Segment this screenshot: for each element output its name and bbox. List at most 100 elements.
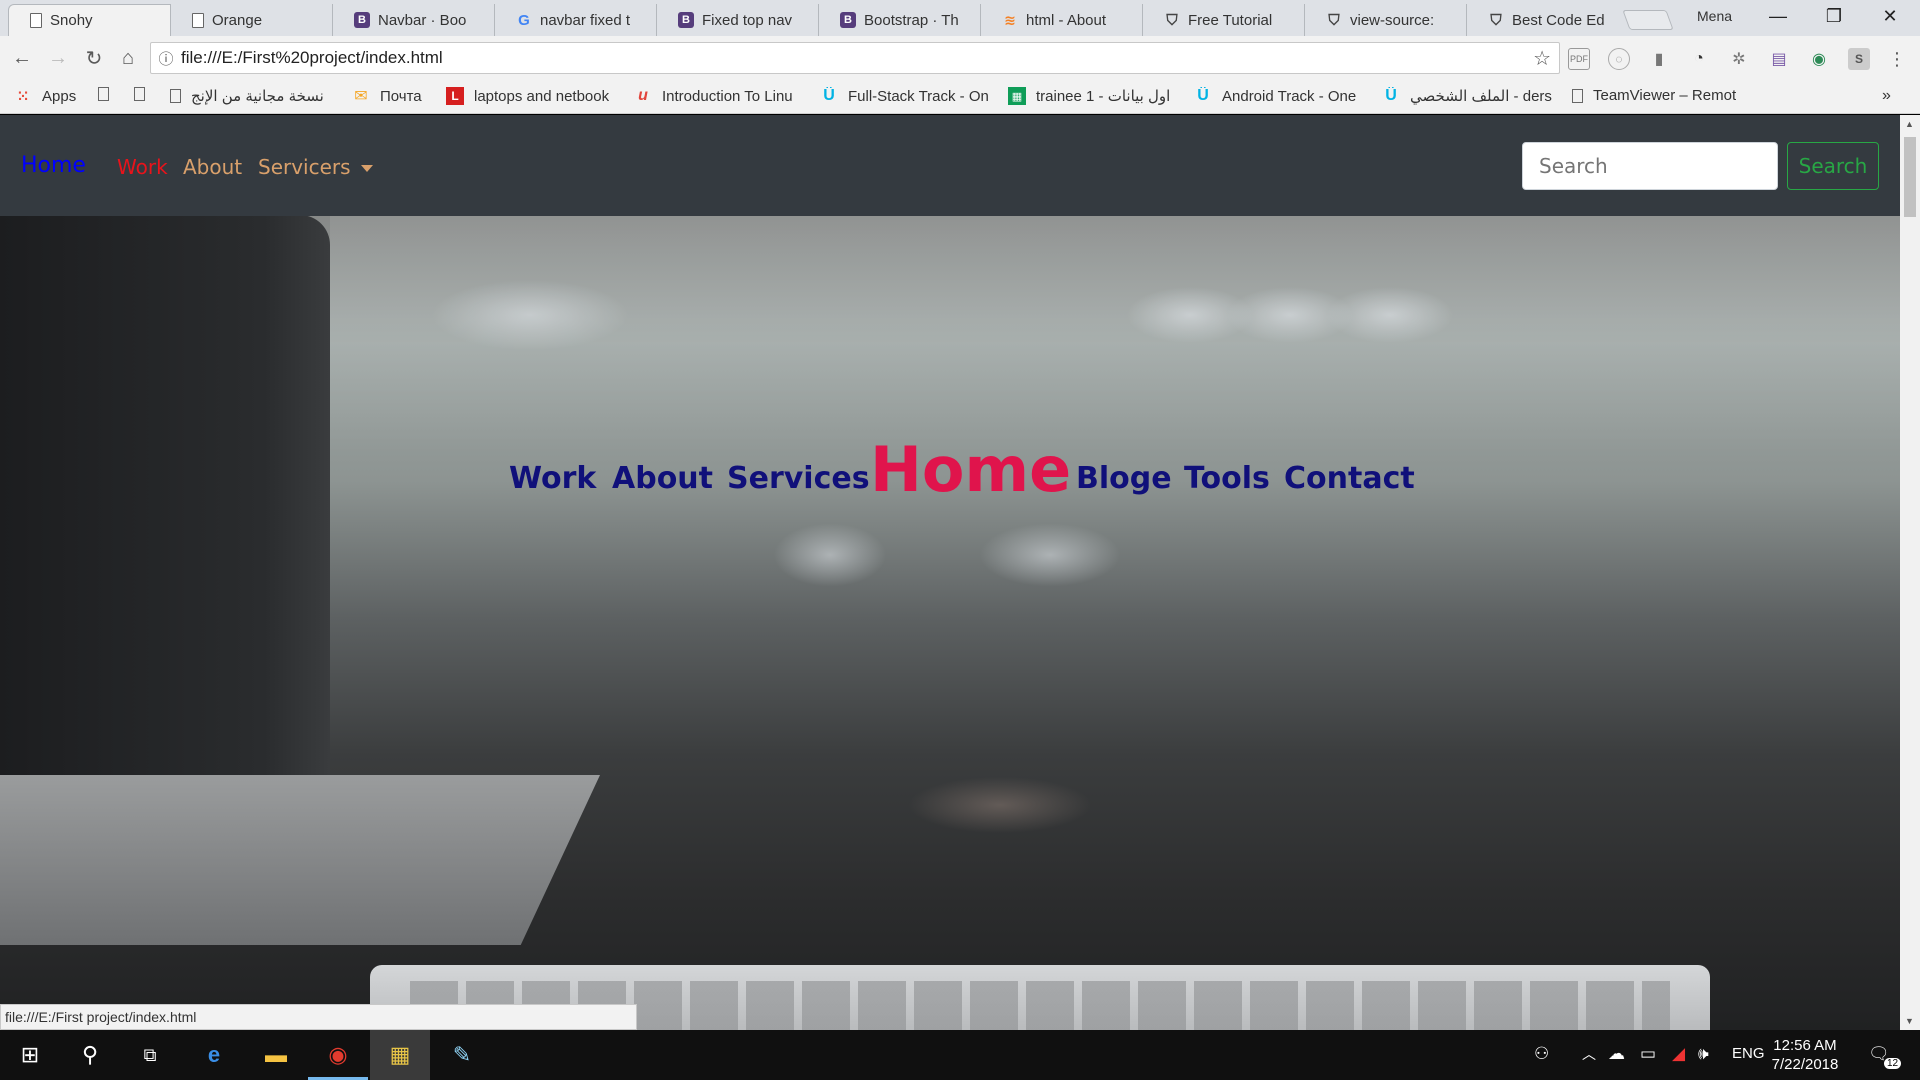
bookmark-laptops[interactable]: L laptops and netbook xyxy=(446,87,616,105)
page-icon xyxy=(192,12,204,28)
tab-title: Bootstrap · Th xyxy=(864,11,959,29)
page-icon xyxy=(134,87,145,101)
search-button[interactable]: Search xyxy=(1787,142,1879,190)
page-icon xyxy=(170,89,181,103)
movie-maker-icon[interactable]: ▦ xyxy=(370,1030,430,1080)
page-scrollbar[interactable]: ▲ ▼ xyxy=(1900,115,1920,1030)
volume-icon[interactable]: 🕪 xyxy=(1698,1044,1709,1064)
page-icon xyxy=(30,12,42,28)
restore-icon[interactable]: ❐ xyxy=(1806,0,1862,32)
bookmark-extension-icon[interactable]: ▮ xyxy=(1648,48,1670,70)
search-input[interactable] xyxy=(1522,142,1778,190)
bookmark-android-track[interactable]: Ü Android Track - One xyxy=(1194,87,1366,105)
bootstrap-icon: B xyxy=(678,12,694,28)
address-bar[interactable]: ⓘ file:///E:/First%20project/index.html … xyxy=(150,42,1560,74)
show-hidden-icons[interactable]: ︿ xyxy=(1582,1044,1596,1064)
bookmark-star-icon[interactable]: ☆ xyxy=(1533,46,1551,71)
google-icon: G xyxy=(518,11,530,29)
tab-title: navbar fixed t xyxy=(540,11,631,29)
nav-home-link[interactable]: Home xyxy=(21,153,86,178)
bookmark-page-2[interactable] xyxy=(134,87,155,101)
bookmark-trainee[interactable]: ▦ trainee 1 - اول بيانات xyxy=(1008,87,1176,105)
shield-icon: ⛉ xyxy=(1490,11,1502,29)
save-extension-icon[interactable]: ▤ xyxy=(1768,48,1790,70)
udacity-icon: Ü xyxy=(1197,87,1209,104)
scroll-down-icon[interactable]: ▼ xyxy=(1905,1016,1914,1026)
info-icon[interactable]: ⓘ xyxy=(151,48,181,69)
search-icon[interactable]: ⚲ xyxy=(60,1030,120,1080)
forward-icon[interactable]: → xyxy=(44,44,72,72)
page-icon xyxy=(98,87,109,101)
tab-title: Navbar · Boo xyxy=(378,11,467,29)
hero-menu: Work About Services Home Bloge Tools Con… xyxy=(0,425,1900,506)
hero-bloge-link[interactable]: Bloge xyxy=(1076,461,1172,496)
tab-strip: Snohy ✕ Orange ✕ B Navbar · Boo ✕ G navb… xyxy=(0,0,1920,36)
hero-services-link[interactable]: Services xyxy=(727,461,870,496)
onedrive-icon[interactable]: ☁ xyxy=(1608,1044,1625,1064)
nav-work-link[interactable]: Work xyxy=(117,155,168,179)
nav-about-link[interactable]: About xyxy=(183,155,242,179)
sheets-icon: ▦ xyxy=(1008,87,1026,105)
hero-contact-link[interactable]: Contact xyxy=(1284,461,1415,496)
bookmark-intro-linux[interactable]: u Introduction To Linu xyxy=(634,87,804,105)
back-icon[interactable]: ← xyxy=(8,44,36,72)
clock-time: 12:56 AM xyxy=(1773,1037,1837,1054)
bookmark-apps[interactable]: ⁙ Apps xyxy=(14,87,76,105)
puzzle-icon[interactable]: ✲ xyxy=(1728,48,1750,70)
site-navbar: Home Work About Servicers Search xyxy=(0,115,1900,216)
nav-services-label: Servicers xyxy=(258,155,351,179)
bookmark-teamviewer[interactable]: TeamViewer – Remot xyxy=(1572,87,1744,104)
close-window-icon[interactable]: ✕ xyxy=(1862,0,1918,32)
scrollbar-thumb[interactable] xyxy=(1904,137,1916,217)
bookmark-profile[interactable]: Ü الملف الشخصي - ders xyxy=(1382,87,1558,105)
l-logo-icon: L xyxy=(446,87,464,105)
new-tab-button[interactable] xyxy=(1622,10,1674,30)
tab-title: Free Tutorial xyxy=(1188,11,1273,29)
browser-toolbar: ← → ↻ ⌂ ⓘ file:///E:/First%20project/ind… xyxy=(0,36,1920,80)
bookmark-pochta[interactable]: ✉ Почта xyxy=(352,87,421,106)
bookmark-page-1[interactable] xyxy=(98,87,119,101)
hero-home-link[interactable]: Home xyxy=(870,433,1071,506)
minimize-icon[interactable]: — xyxy=(1750,0,1806,32)
bookmark-arabic-course[interactable]: نسخة مجانية من الإنج xyxy=(170,87,340,105)
caret-down-icon xyxy=(360,165,373,172)
edge-icon[interactable]: e xyxy=(184,1030,244,1080)
speed-dial-icon[interactable]: ◔ xyxy=(1688,48,1710,70)
home-icon[interactable]: ⌂ xyxy=(114,44,142,72)
shield-icon: ⛉ xyxy=(1166,11,1178,29)
paint-icon[interactable]: ✎ xyxy=(432,1030,492,1080)
profile-name[interactable]: Mena xyxy=(1697,8,1732,24)
chrome-icon[interactable]: ◉ xyxy=(308,1030,368,1080)
hero-work-link[interactable]: Work xyxy=(509,461,596,496)
address-url[interactable]: file:///E:/First%20project/index.html xyxy=(181,48,443,68)
pdf-extension-icon[interactable]: PDF xyxy=(1568,48,1590,70)
network-icon[interactable]: ◢ xyxy=(1672,1044,1685,1064)
file-explorer-icon[interactable]: ▬ xyxy=(246,1030,306,1080)
people-icon[interactable]: ⚇ xyxy=(1534,1044,1549,1064)
start-windows-icon[interactable]: ⊞ xyxy=(0,1030,60,1080)
udemy-icon: u xyxy=(638,87,648,104)
task-view-icon[interactable]: ⧉ xyxy=(120,1030,180,1080)
notification-count: 12 xyxy=(1884,1058,1902,1069)
hero-about-link[interactable]: About xyxy=(612,461,713,496)
battery-icon[interactable]: ▭ xyxy=(1640,1044,1656,1064)
menu-icon[interactable]: ⋮ xyxy=(1886,48,1908,70)
scroll-up-icon[interactable]: ▲ xyxy=(1905,119,1914,129)
bootstrap-icon: B xyxy=(840,12,856,28)
tab-title: Orange xyxy=(212,11,263,29)
bookmarks-bar: ⁙ Apps نسخة مجانية من الإنج ✉ Почта L la… xyxy=(0,80,1920,114)
page-icon xyxy=(1572,88,1583,103)
stackoverflow-icon: ≋ xyxy=(1004,11,1016,28)
clock[interactable]: 12:56 AM 7/22/2018 xyxy=(1760,1036,1850,1074)
udacity-icon: Ü xyxy=(1385,87,1397,104)
more-bookmarks-icon[interactable]: » xyxy=(1882,87,1891,105)
reload-icon[interactable]: ↻ xyxy=(80,44,108,72)
nav-services-dropdown[interactable]: Servicers xyxy=(258,155,373,179)
windows-taskbar: ⊞ ⚲ ⧉ e ▬ ◉ ▦ ✎ ⚇ ︿ ☁ ▭ ◢ 🕪 ENG 12:56 AM… xyxy=(0,1030,1920,1080)
bookmark-full-stack[interactable]: Ü Full-Stack Track - On xyxy=(820,87,992,105)
udacity-icon: Ü xyxy=(823,87,835,104)
extension-icon[interactable]: ◌ xyxy=(1608,48,1630,70)
s-extension-icon[interactable]: S xyxy=(1848,48,1870,70)
hero-tools-link[interactable]: Tools xyxy=(1184,461,1270,496)
globe-extension-icon[interactable]: ◉ xyxy=(1808,48,1830,70)
